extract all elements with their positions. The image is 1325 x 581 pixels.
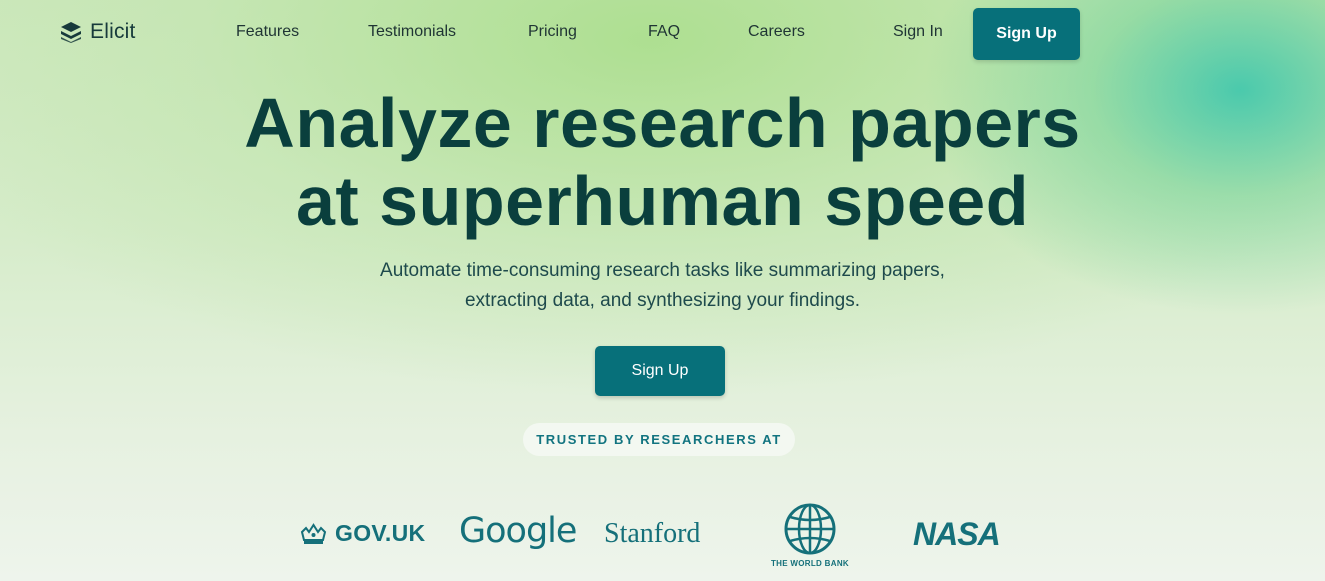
nav-link-features[interactable]: Features xyxy=(236,23,299,41)
trusted-by-badge: TRUSTED BY RESEARCHERS AT xyxy=(523,423,795,456)
hero-headline: Analyze research papers at superhuman sp… xyxy=(0,84,1325,240)
stanford-logo: Stanford xyxy=(604,518,701,549)
nav-link-testimonials[interactable]: Testimonials xyxy=(368,23,456,41)
elicit-logo-icon xyxy=(61,22,81,43)
govuk-logo: GOV.UK xyxy=(300,520,425,547)
govuk-text: GOV.UK xyxy=(335,520,426,546)
google-logo: Google xyxy=(459,511,577,551)
hero-subheading: Automate time-consuming research tasks l… xyxy=(0,256,1325,316)
sign-up-button-hero[interactable]: Sign Up xyxy=(595,346,725,396)
nav-link-careers[interactable]: Careers xyxy=(748,23,805,41)
sign-up-button-nav[interactable]: Sign Up xyxy=(973,8,1080,60)
nav-link-faq[interactable]: FAQ xyxy=(648,23,680,41)
nasa-logo: NASA xyxy=(913,516,1001,552)
world-bank-text: THE WORLD BANK xyxy=(771,559,849,568)
headline-line-1: Analyze research papers xyxy=(244,84,1081,162)
sign-in-link[interactable]: Sign In xyxy=(893,23,943,41)
brand-name: Elicit xyxy=(90,20,136,43)
globe-icon xyxy=(784,503,836,555)
world-bank-logo: THE WORLD BANK xyxy=(768,503,852,568)
headline-line-2: at superhuman speed xyxy=(295,162,1029,240)
crown-icon xyxy=(300,522,327,544)
subhead-line-2: extracting data, and synthesizing your f… xyxy=(464,290,860,311)
top-nav: Elicit Features Testimonials Pricing FAQ… xyxy=(0,0,1325,66)
nav-link-pricing[interactable]: Pricing xyxy=(528,23,577,41)
brand-logo[interactable]: Elicit xyxy=(60,20,136,44)
subhead-line-1: Automate time-consuming research tasks l… xyxy=(380,260,945,281)
